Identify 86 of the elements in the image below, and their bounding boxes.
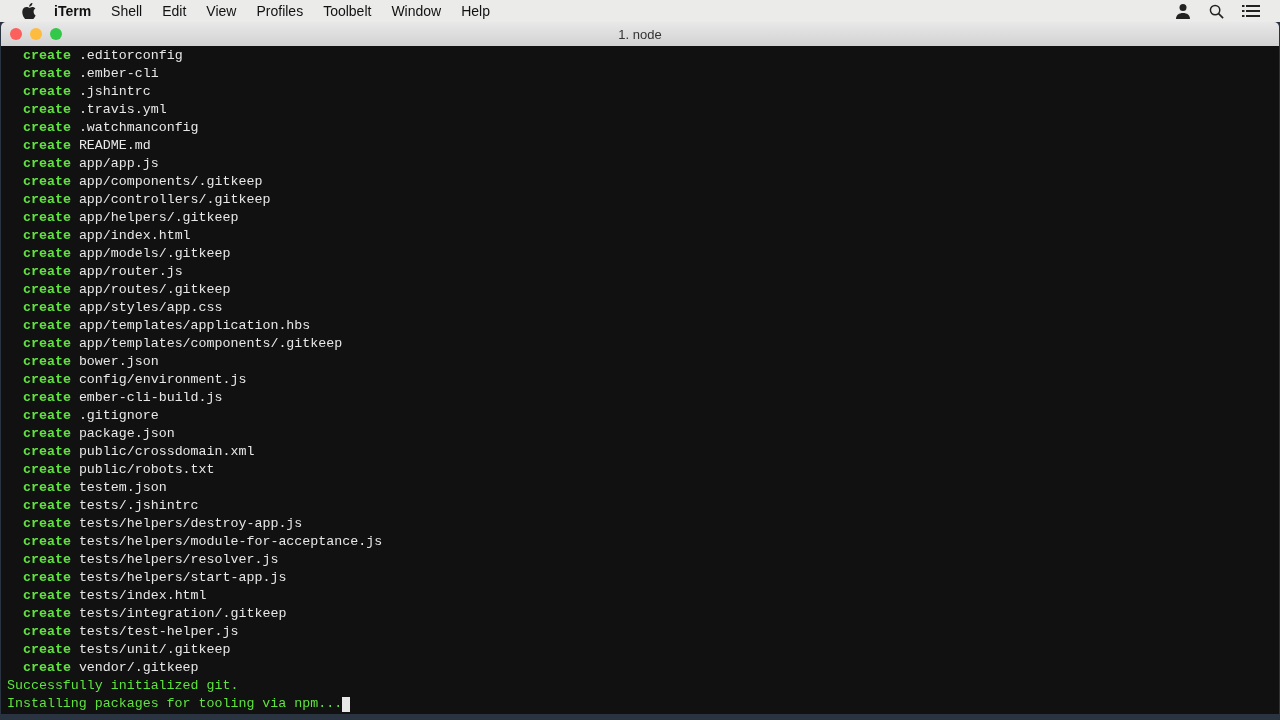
terminal-verb: create [23, 461, 71, 479]
terminal-verb: create [23, 515, 71, 533]
terminal-path: app/index.html [78, 227, 191, 245]
terminal-path: tests/.jshintrc [78, 497, 199, 515]
terminal-verb: create [23, 407, 71, 425]
terminal-verb: create [23, 101, 71, 119]
terminal-verb: create [23, 209, 71, 227]
terminal-verb: create [23, 47, 71, 65]
window-title: 1. node [618, 26, 662, 42]
terminal-verb: create [23, 245, 71, 263]
text-cursor [342, 696, 351, 712]
terminal-path: .jshintrc [78, 83, 151, 101]
search-icon[interactable] [1209, 3, 1224, 19]
terminal-message: Successfully initialized git. [7, 677, 239, 695]
terminal-verb: create [23, 281, 71, 299]
terminal-verb: create [23, 497, 71, 515]
terminal-verb: create [23, 173, 71, 191]
terminal-verb: create [23, 263, 71, 281]
terminal-path: tests/helpers/resolver.js [78, 551, 279, 569]
terminal-path: config/environment.js [78, 371, 247, 389]
terminal-verb: create [23, 137, 71, 155]
terminal-path: .watchmanconfig [78, 119, 199, 137]
terminal-verb: create [23, 443, 71, 461]
menu-item[interactable]: Shell [111, 3, 143, 19]
terminal-path: tests/helpers/destroy-app.js [78, 515, 303, 533]
terminal-verb: create [23, 83, 71, 101]
terminal-verb: create [23, 389, 71, 407]
terminal-path: app/routes/.gitkeep [78, 281, 231, 299]
terminal-message: Installing packages for tooling via npm... [7, 695, 343, 713]
terminal-verb: create [23, 605, 71, 623]
terminal-path: app/app.js [78, 155, 159, 173]
terminal-verb: create [23, 533, 71, 551]
terminal-verb: create [23, 227, 71, 245]
terminal-path: .ember-cli [78, 65, 159, 83]
apple-logo-icon[interactable] [22, 3, 36, 19]
user-icon[interactable] [1175, 3, 1191, 19]
terminal-path: app/templates/components/.gitkeep [78, 335, 343, 353]
terminal-path: tests/unit/.gitkeep [78, 641, 231, 659]
terminal-path: app/models/.gitkeep [78, 245, 231, 263]
terminal-path: .gitignore [78, 407, 159, 425]
terminal-verb: create [23, 587, 71, 605]
terminal-verb: create [23, 353, 71, 371]
terminal-path: testem.json [78, 479, 167, 497]
menu-item[interactable]: Window [391, 3, 442, 19]
terminal-path: app/controllers/.gitkeep [78, 191, 271, 209]
terminal-path: app/helpers/.gitkeep [78, 209, 239, 227]
terminal-verb: create [23, 155, 71, 173]
terminal-path: public/crossdomain.xml [78, 443, 255, 461]
menu-item[interactable]: Profiles [256, 3, 304, 19]
terminal-path: app/templates/application.hbs [78, 317, 311, 335]
terminal-path: app/components/.gitkeep [78, 173, 263, 191]
terminal-path: vendor/.gitkeep [78, 659, 199, 677]
terminal-path: public/robots.txt [78, 461, 215, 479]
terminal-verb: create [23, 641, 71, 659]
terminal-verb: create [23, 119, 71, 137]
terminal-path: package.json [78, 425, 175, 443]
terminal-verb: create [23, 479, 71, 497]
terminal-path: app/router.js [78, 263, 183, 281]
terminal-path: tests/test-helper.js [78, 623, 239, 641]
terminal-verb: create [23, 335, 71, 353]
terminal-verb: create [23, 299, 71, 317]
terminal-path: README.md [78, 137, 151, 155]
terminal-verb: create [23, 371, 71, 389]
menu-item[interactable]: Edit [162, 3, 187, 19]
menu-item[interactable]: View [206, 3, 237, 19]
terminal-path: bower.json [78, 353, 159, 371]
terminal-verb: create [23, 317, 71, 335]
terminal-path: tests/integration/.gitkeep [78, 605, 287, 623]
app-menu[interactable]: iTerm [54, 3, 92, 19]
terminal-path: app/styles/app.css [78, 299, 223, 317]
terminal-verb: create [23, 425, 71, 443]
terminal-path: ember-cli-build.js [78, 389, 223, 407]
terminal-path: tests/index.html [78, 587, 207, 605]
terminal-path: .travis.yml [78, 101, 167, 119]
terminal-verb: create [23, 551, 71, 569]
menu-item[interactable]: Toolbelt [323, 3, 372, 19]
terminal-path: tests/helpers/start-app.js [78, 569, 287, 587]
terminal-verb: create [23, 659, 71, 677]
terminal-path: tests/helpers/module-for-acceptance.js [78, 533, 383, 551]
menu-item[interactable]: Help [461, 3, 490, 19]
terminal-verb: create [23, 623, 71, 641]
terminal-path: .editorconfig [78, 47, 183, 65]
terminal-verb: create [23, 569, 71, 587]
list-icon[interactable] [1242, 4, 1260, 18]
terminal-verb: create [23, 65, 71, 83]
terminal-verb: create [23, 191, 71, 209]
